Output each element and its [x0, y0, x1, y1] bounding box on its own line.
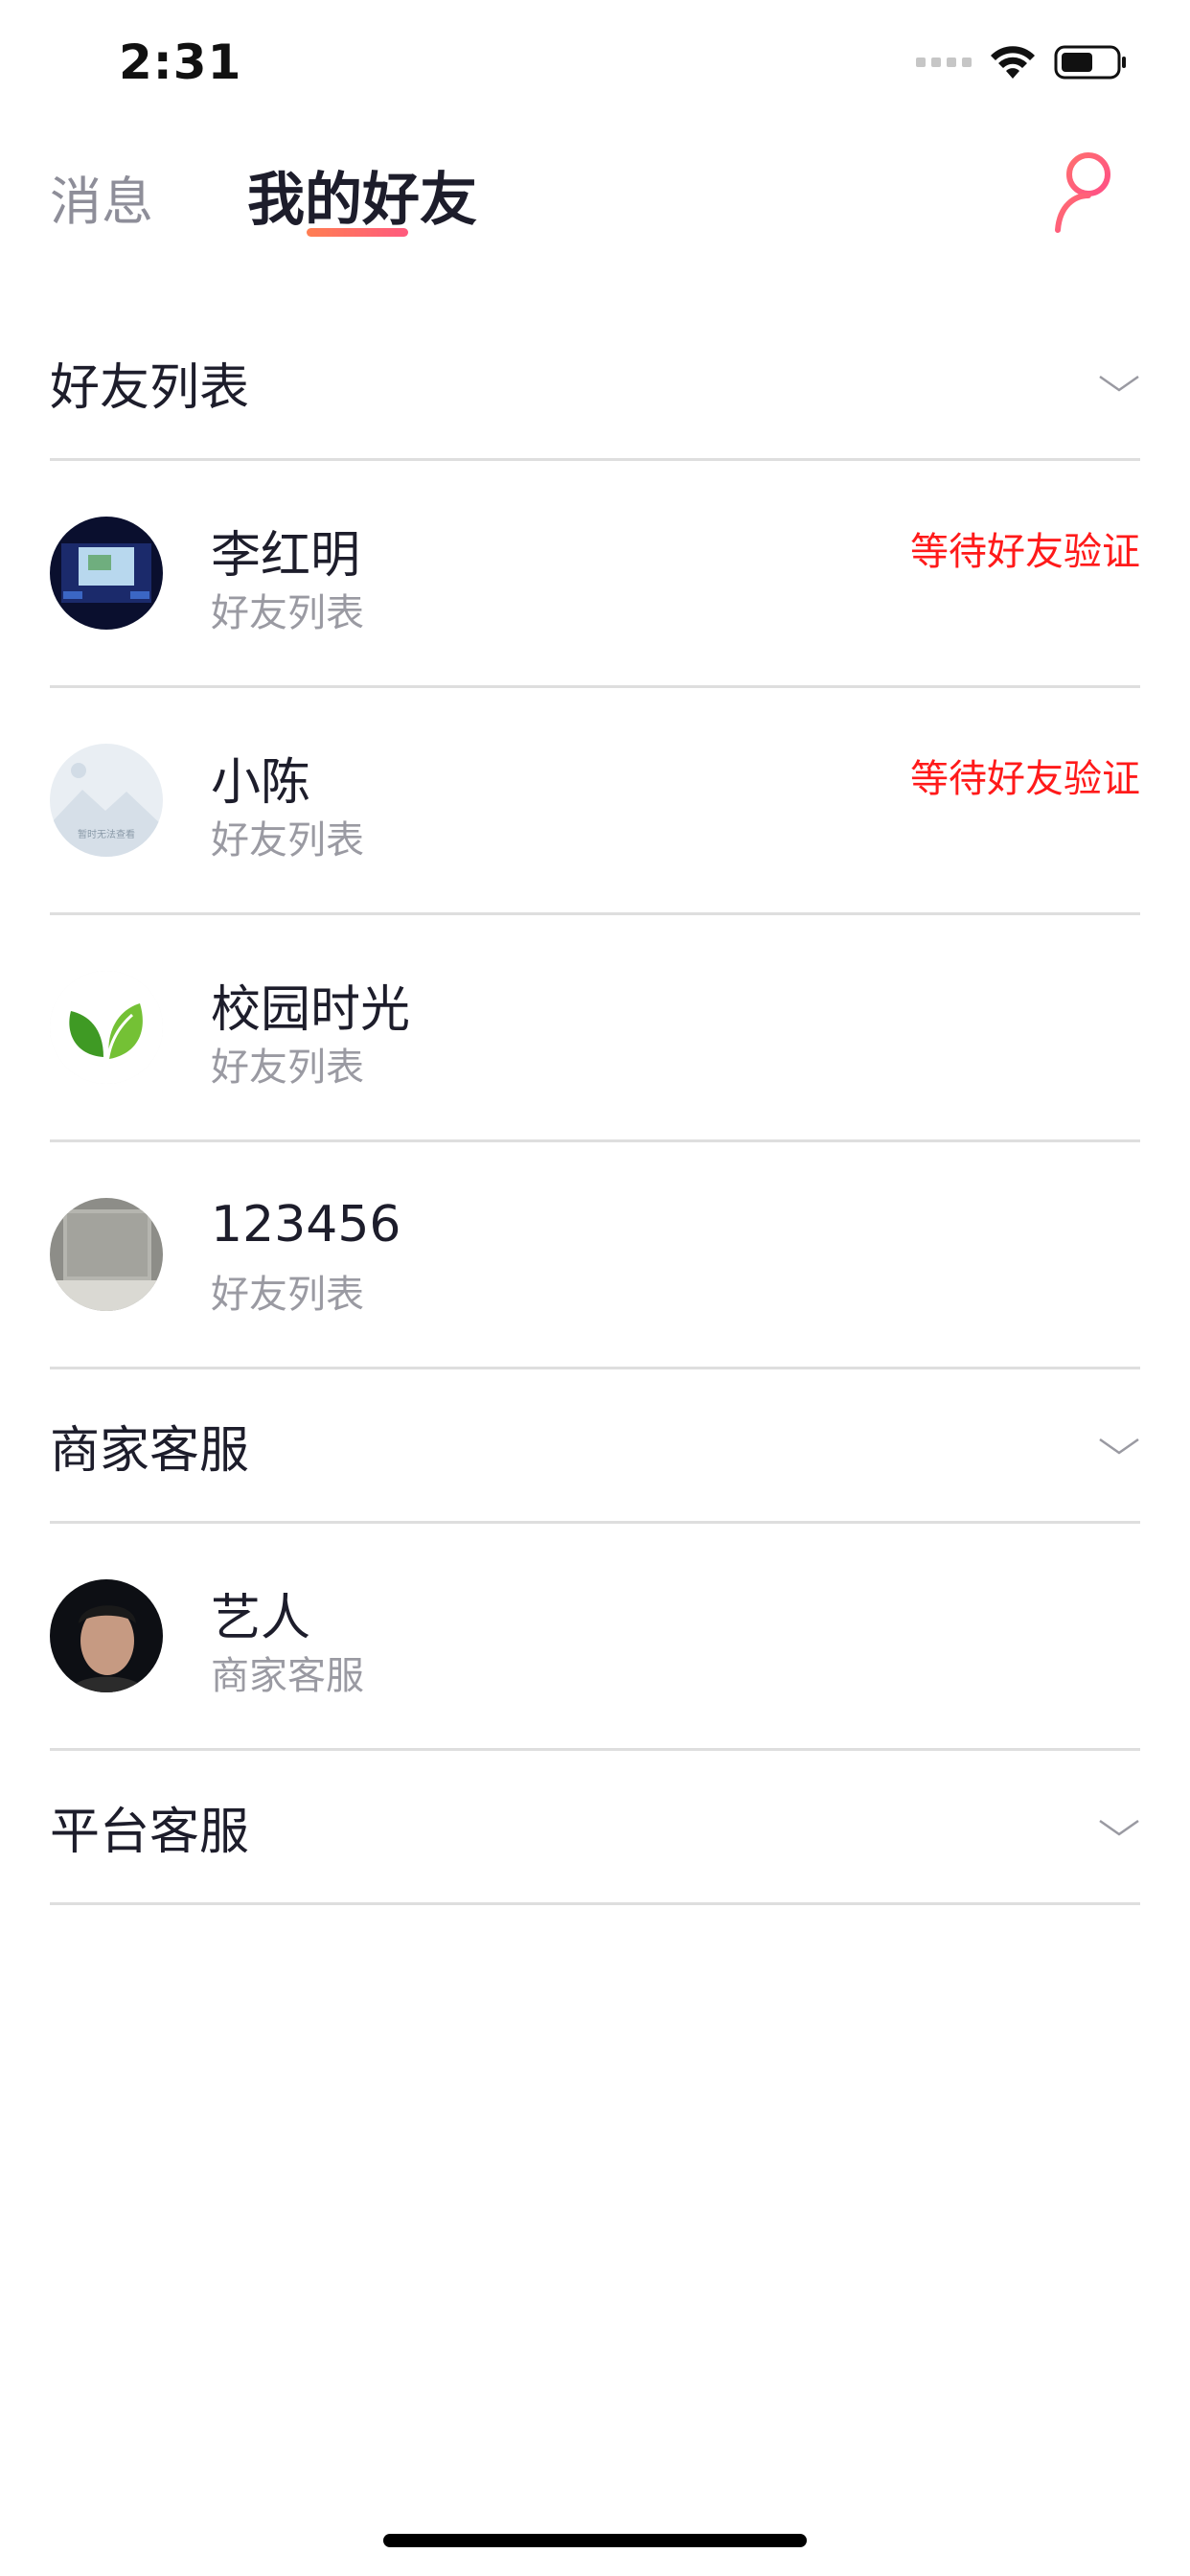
group-title: 平台客服 [50, 1803, 250, 1861]
chevron-down-icon [1099, 1438, 1139, 1455]
friend-name: 李红明 [211, 527, 361, 585]
chevron-down-icon [1099, 1819, 1139, 1836]
group-header-friends[interactable]: 好友列表 [50, 307, 1140, 461]
friend-group-label: 好友列表 [211, 1273, 364, 1317]
status-icons [916, 44, 1129, 80]
avatar-placeholder: 暂时无法查看 [50, 744, 163, 857]
friend-name: 小陈 [211, 754, 311, 812]
friend-group-label: 好友列表 [211, 1046, 364, 1090]
friend-row[interactable]: 艺人 商家客服 [50, 1524, 1140, 1751]
friend-name: 123456 [211, 1196, 401, 1254]
friend-name: 艺人 [211, 1590, 311, 1647]
friend-list: 好友列表 李红明 好友列表 等待好友验证 暂时无法查看 小陈 好友列表 等待好友… [50, 307, 1140, 1905]
wifi-icon [991, 46, 1035, 79]
pending-verification-status: 等待好友验证 [910, 530, 1140, 574]
status-time: 2:31 [119, 34, 242, 90]
battery-icon [1054, 45, 1126, 80]
avatar [50, 517, 163, 630]
group-header-merchant-service[interactable]: 商家客服 [50, 1369, 1140, 1524]
avatar [50, 1579, 163, 1692]
active-tab-indicator [307, 228, 408, 237]
add-user-icon [1055, 152, 1143, 235]
friend-group-label: 好友列表 [211, 591, 364, 635]
signal-icon [916, 58, 972, 67]
friend-row[interactable]: 暂时无法查看 小陈 好友列表 等待好友验证 [50, 688, 1140, 915]
group-title: 商家客服 [50, 1421, 250, 1480]
home-indicator [383, 2534, 807, 2547]
status-bar: 2:31 [0, 0, 1190, 126]
tab-friends[interactable]: 我的好友 [247, 153, 477, 237]
friend-group-label: 商家客服 [211, 1654, 364, 1698]
friend-group-label: 好友列表 [211, 818, 364, 862]
chevron-down-icon [1099, 375, 1139, 392]
avatar [50, 971, 163, 1084]
pending-verification-status: 等待好友验证 [910, 757, 1140, 801]
avatar [50, 1198, 163, 1311]
group-header-platform-service[interactable]: 平台客服 [50, 1751, 1140, 1905]
group-title: 好友列表 [50, 358, 250, 417]
add-friend-button[interactable] [1050, 142, 1146, 238]
friend-name: 校园时光 [211, 981, 411, 1039]
friend-row[interactable]: 李红明 好友列表 等待好友验证 [50, 461, 1140, 688]
friend-row[interactable]: 校园时光 好友列表 [50, 915, 1140, 1142]
tab-messages[interactable]: 消息 [50, 159, 153, 235]
friend-row[interactable]: 123456 好友列表 [50, 1142, 1140, 1369]
top-nav: 消息 我的好友 [0, 126, 1190, 270]
avatar-caption: 暂时无法查看 [78, 828, 135, 840]
